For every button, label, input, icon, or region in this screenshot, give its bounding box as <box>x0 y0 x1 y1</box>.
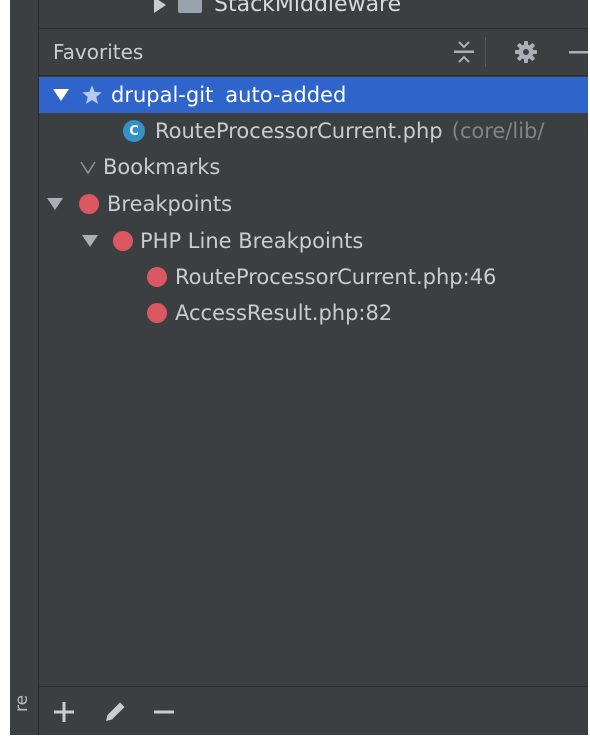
header-separator <box>485 37 486 67</box>
favorites-header: Favorites <box>39 28 588 76</box>
php-class-icon: C <box>123 120 145 142</box>
peek-folder-label: StackMiddleware <box>214 0 402 17</box>
edit-button[interactable] <box>97 687 133 735</box>
collapse-all-button[interactable] <box>444 29 484 75</box>
edit-pencil-icon <box>106 702 125 721</box>
favorite-file-name: RouteProcessorCurrent.php <box>155 119 443 143</box>
add-icon <box>54 701 74 722</box>
settings-button[interactable] <box>506 29 546 75</box>
breakpoint-item-row[interactable]: RouteProcessorCurrent.php:46 <box>39 259 588 295</box>
minimize-icon <box>569 51 588 54</box>
stripe-tab-label[interactable]: re <box>12 695 32 712</box>
collapse-arrow-icon[interactable] <box>47 198 63 210</box>
add-button[interactable] <box>46 687 82 735</box>
minimize-button[interactable] <box>559 29 588 75</box>
breakpoints-row[interactable]: Breakpoints <box>39 186 588 222</box>
remove-icon <box>154 710 174 713</box>
breakpoint-icon <box>147 303 167 323</box>
project-tree-peek-row[interactable]: StackMiddleware <box>39 0 588 27</box>
breakpoint-icon <box>147 267 167 287</box>
star-icon <box>82 85 102 104</box>
tool-window-stripe: re <box>10 0 39 735</box>
breakpoint-item-label: RouteProcessorCurrent.php:46 <box>175 265 497 289</box>
gear-icon <box>515 41 537 63</box>
expand-arrow-icon[interactable] <box>154 0 166 13</box>
bookmarks-label: Bookmarks <box>103 155 221 179</box>
panel-title: Favorites <box>53 40 144 64</box>
breakpoint-icon <box>79 194 99 214</box>
remove-button[interactable] <box>146 687 182 735</box>
favorites-panel: StackMiddleware Favorites drupal-git aut… <box>39 0 588 735</box>
favorite-file-row[interactable]: C RouteProcessorCurrent.php (core/lib/ <box>39 113 588 149</box>
php-line-breakpoints-row[interactable]: PHP Line Breakpoints <box>39 223 588 259</box>
favorite-file-path: (core/lib/ <box>451 119 545 143</box>
collapse-arrow-icon[interactable] <box>82 235 98 247</box>
collapse-all-icon <box>454 41 474 63</box>
favorites-list-suffix: auto-added <box>225 83 347 107</box>
collapse-arrow-icon[interactable] <box>53 89 69 101</box>
breakpoints-label: Breakpoints <box>107 192 233 216</box>
breakpoint-item-row[interactable]: AccessResult.php:82 <box>39 295 588 331</box>
ide-window-frame: re StackMiddleware Favorites drupal-git … <box>10 0 588 735</box>
bookmarks-row[interactable]: Bookmarks <box>39 149 588 185</box>
php-line-breakpoints-label: PHP Line Breakpoints <box>140 229 364 253</box>
breakpoint-item-label: AccessResult.php:82 <box>175 301 393 325</box>
folder-icon <box>178 0 202 13</box>
check-arrow-icon[interactable] <box>79 159 97 175</box>
favorites-list-row[interactable]: drupal-git auto-added <box>39 77 588 113</box>
favorites-toolbar <box>39 686 588 735</box>
breakpoint-icon <box>113 231 133 251</box>
favorites-list-name: drupal-git <box>111 83 214 107</box>
